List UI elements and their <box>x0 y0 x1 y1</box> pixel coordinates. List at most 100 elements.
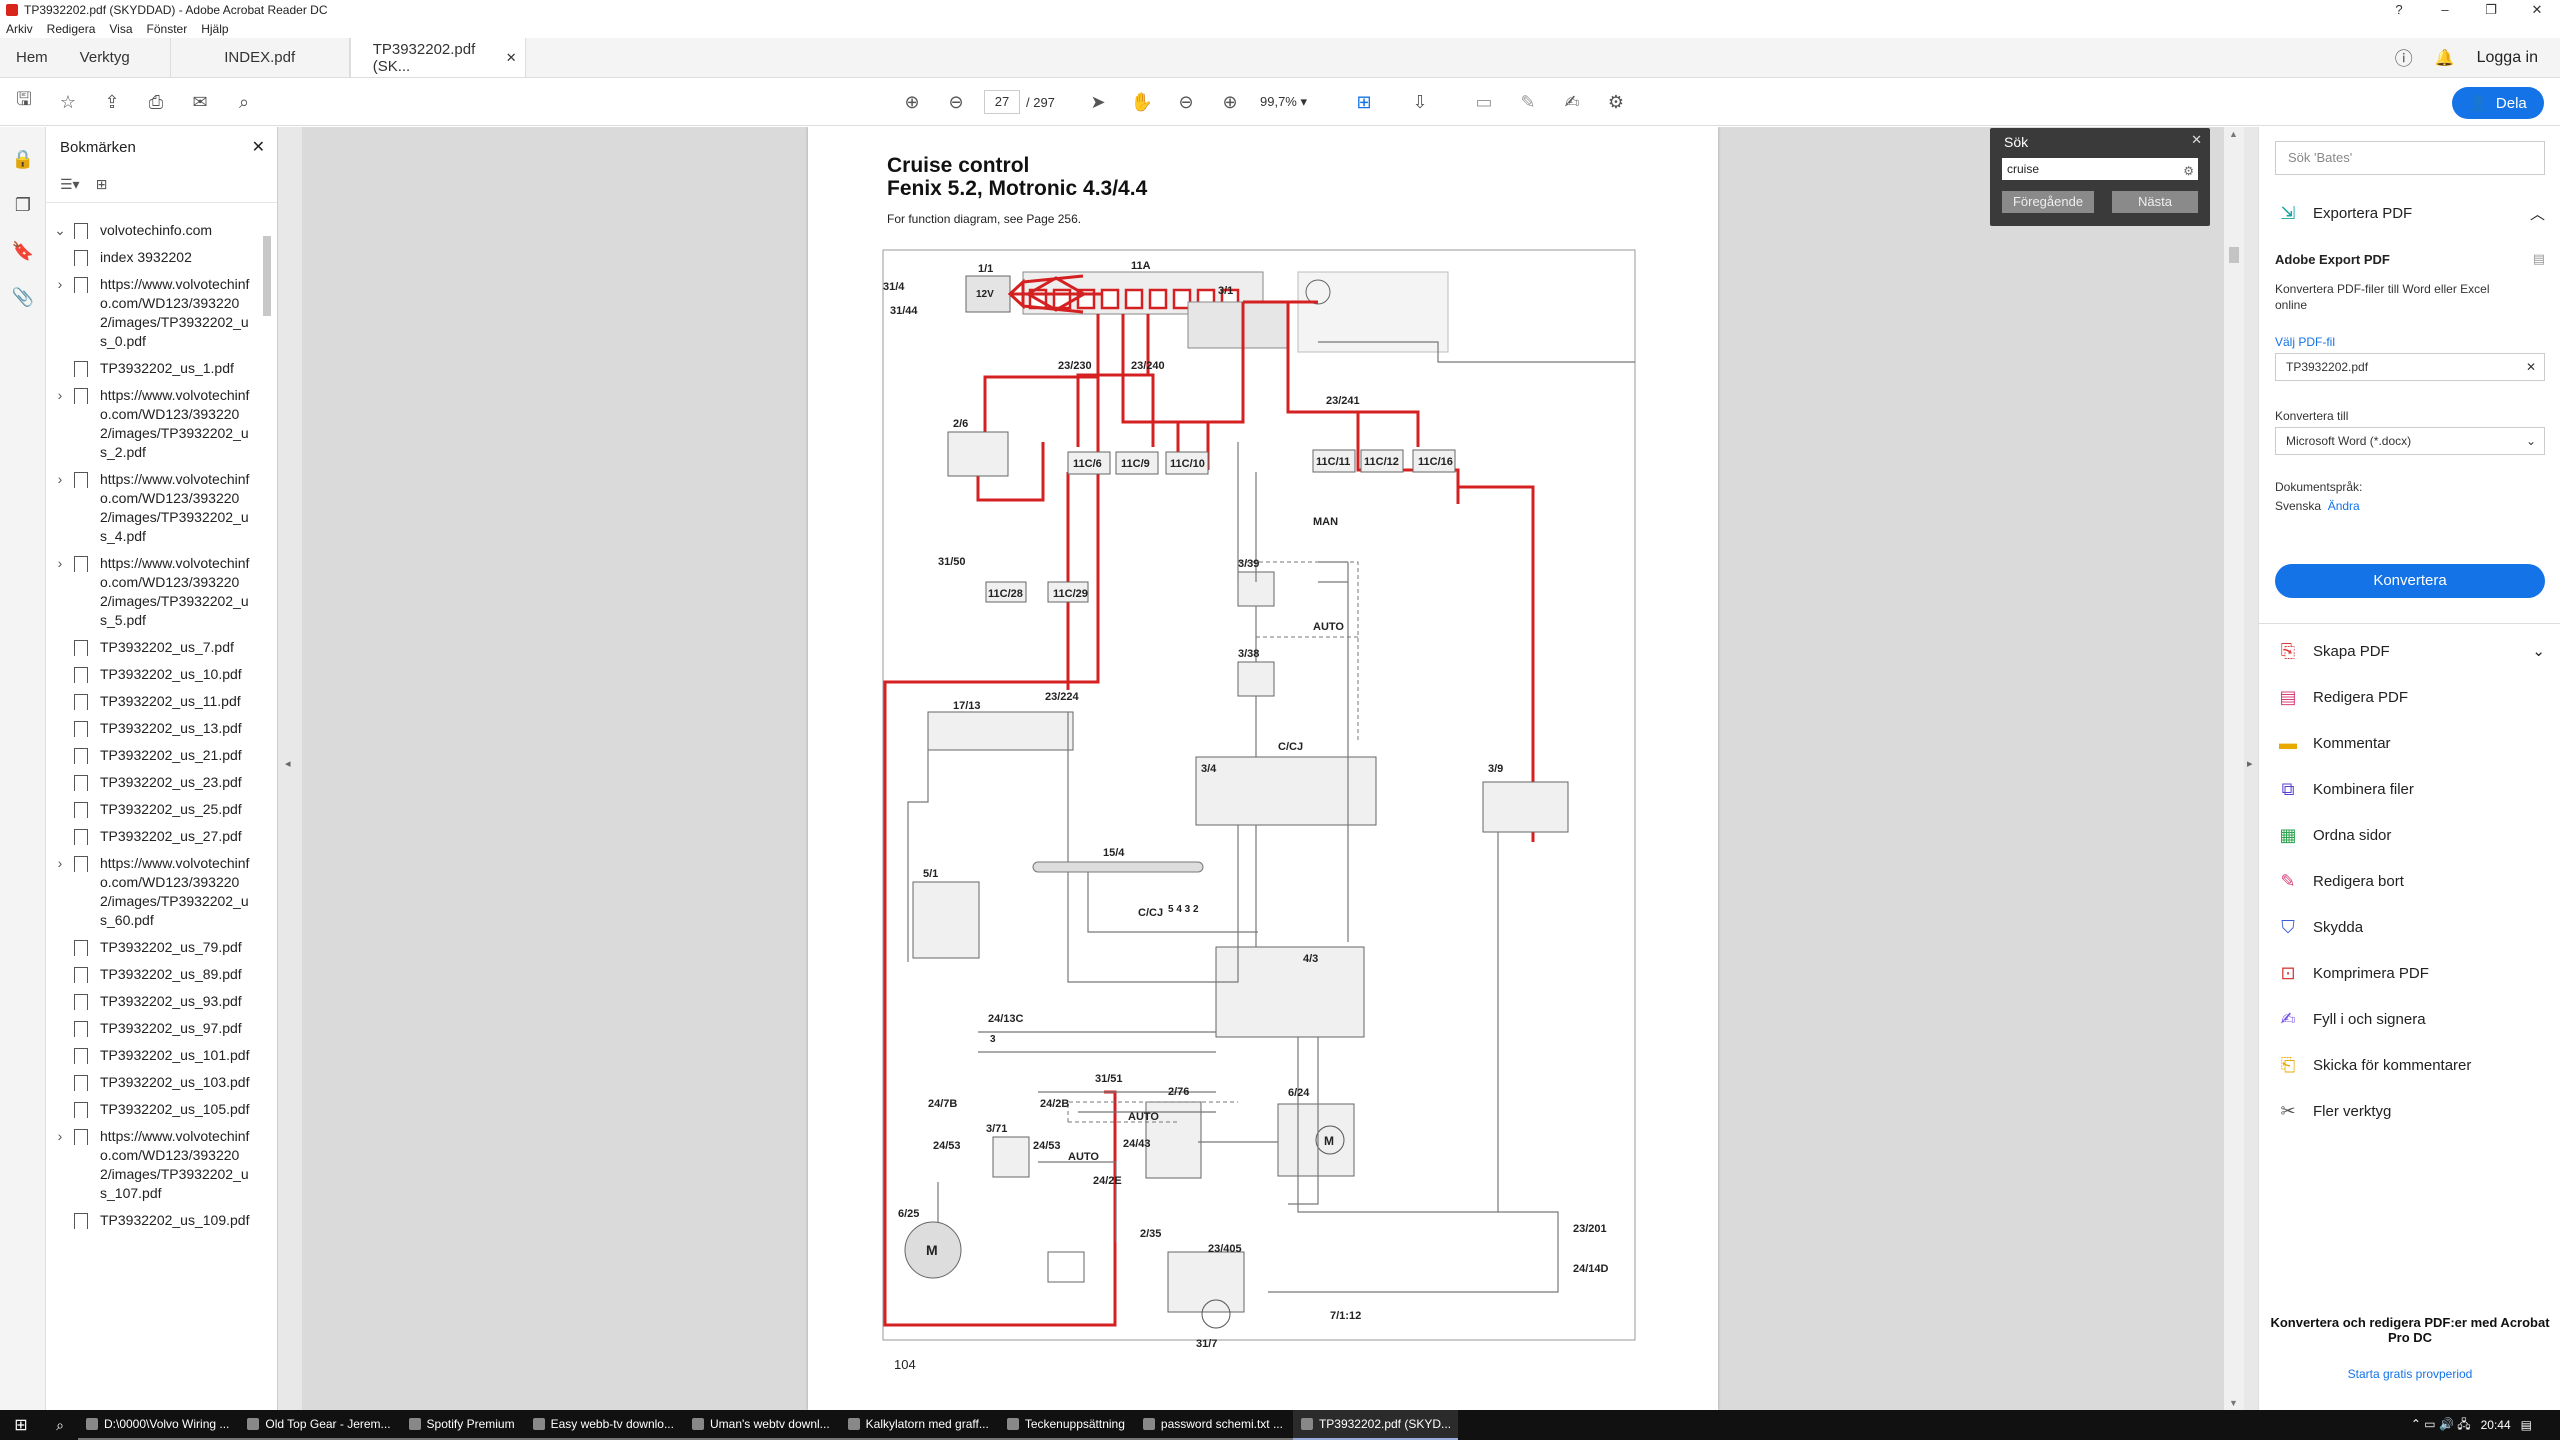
taskbar-search-icon[interactable]: ⌕ <box>42 1417 78 1434</box>
taskbar-item[interactable]: D:\0000\Volvo Wiring ... <box>78 1410 240 1440</box>
zoom-level[interactable]: 99,7% ▾ <box>1260 90 1330 114</box>
bookmark-item[interactable]: ⌄ volvotechinfo.com <box>46 217 270 244</box>
attachment-icon[interactable]: 📎 <box>11 287 35 311</box>
login-link[interactable]: Logga in <box>2477 49 2538 67</box>
search-settings-icon[interactable]: ⚙ <box>2183 160 2194 182</box>
bookmark-item[interactable]: › https://www.volvotechinfo.com/WD123/393… <box>46 466 270 550</box>
bookmark-item[interactable]: TP3932202_us_11.pdf <box>46 688 270 715</box>
change-language-link[interactable]: Ändra <box>2328 499 2360 513</box>
close-button[interactable]: ✕ <box>2514 0 2560 20</box>
lock-icon[interactable]: 🔒 <box>11 149 35 173</box>
help-icon[interactable]: ? <box>2376 0 2422 20</box>
expand-icon[interactable] <box>46 992 74 1011</box>
menu-help[interactable]: Hjälp <box>201 22 228 36</box>
tab-tools[interactable]: Verktyg <box>64 38 170 77</box>
right-collapse-handle[interactable]: ▸ <box>2244 127 2258 1410</box>
print-icon[interactable]: ⎙ <box>144 90 168 114</box>
selected-file-field[interactable]: TP3932202.pdf ✕ <box>2275 353 2545 381</box>
tab-index-pdf[interactable]: INDEX.pdf <box>169 38 350 77</box>
menu-edit[interactable]: Redigera <box>47 22 96 36</box>
bookmark-item[interactable]: › https://www.volvotechinfo.com/WD123/393… <box>46 271 270 355</box>
tool-more-tools[interactable]: ✂ Fler verktyg <box>2275 1097 2545 1125</box>
tool-comment[interactable]: ▬ Kommentar <box>2275 729 2545 757</box>
trial-link[interactable]: Starta gratis provperiod <box>2259 1367 2560 1381</box>
bookmark-item[interactable]: TP3932202_us_97.pdf <box>46 1015 270 1042</box>
upload-icon[interactable]: ⇪ <box>100 90 124 114</box>
windows-start-icon[interactable]: ⊞ <box>0 1415 42 1435</box>
bookmark-item[interactable]: TP3932202_us_10.pdf <box>46 661 270 688</box>
tool-create-pdf[interactable]: ⎘ Skapa PDF ⌄ <box>2275 637 2545 665</box>
taskbar-item[interactable]: Spotify Premium <box>400 1410 525 1440</box>
bookmark-icon[interactable]: 🔖 <box>11 241 35 265</box>
scroll-mode-icon[interactable]: ⇩ <box>1408 90 1432 114</box>
tab-home[interactable]: Hem <box>0 38 64 77</box>
email-icon[interactable]: ✉ <box>188 90 212 114</box>
chevron-down-icon[interactable]: ⌄ <box>2532 642 2545 660</box>
notifications-icon[interactable]: ▤ <box>2521 1418 2532 1432</box>
expand-icon[interactable] <box>46 1073 74 1092</box>
new-bookmark-icon[interactable]: ⊞ <box>96 176 108 193</box>
expand-icon[interactable] <box>46 965 74 984</box>
bookmark-item[interactable]: TP3932202_us_1.pdf <box>46 355 270 382</box>
expand-icon[interactable] <box>46 638 74 657</box>
bookmark-item[interactable]: TP3932202_us_109.pdf <box>46 1207 270 1234</box>
tool-compress[interactable]: ⊡ Komprimera PDF <box>2275 959 2545 987</box>
select-cursor-icon[interactable]: ➤ <box>1086 90 1110 114</box>
expand-icon[interactable] <box>46 1211 74 1230</box>
hand-tool-icon[interactable]: ✋ <box>1130 90 1154 114</box>
expand-icon[interactable]: › <box>46 554 74 630</box>
taskbar-item[interactable]: Teckenuppsättning <box>998 1410 1135 1440</box>
expand-icon[interactable]: › <box>46 386 74 462</box>
bookmark-item[interactable]: TP3932202_us_13.pdf <box>46 715 270 742</box>
tool-fill-sign[interactable]: ✍ Fyll i och signera <box>2275 1005 2545 1033</box>
search-input[interactable]: cruise ⚙ <box>2002 158 2198 180</box>
expand-icon[interactable] <box>46 665 74 684</box>
close-tab-icon[interactable]: ✕ <box>506 50 517 66</box>
help-circle-icon[interactable]: ⓘ <box>2395 45 2413 71</box>
fit-page-icon[interactable]: ⊞ <box>1352 90 1376 114</box>
minimize-button[interactable]: – <box>2422 0 2468 20</box>
pages-icon[interactable]: ❐ <box>11 195 35 219</box>
previous-button[interactable]: Föregående <box>2002 191 2094 213</box>
expand-icon[interactable] <box>46 1019 74 1038</box>
tool-send-comments[interactable]: ⎗ Skicka för kommentarer <box>2275 1051 2545 1079</box>
bates-search-input[interactable]: Sök 'Bates' <box>2275 141 2545 175</box>
bookmarks-scrollbar[interactable] <box>262 216 272 1406</box>
menu-window[interactable]: Fönster <box>147 22 188 36</box>
tool-combine[interactable]: ⧉ Kombinera filer <box>2275 775 2545 803</box>
zoom-in-icon[interactable]: ⊕ <box>1218 90 1242 114</box>
taskbar-item[interactable]: TP3932202.pdf (SKYD... <box>1292 1410 1458 1440</box>
tool-redact[interactable]: ✎ Redigera bort <box>2275 867 2545 895</box>
bookmark-item[interactable]: › https://www.volvotechinfo.com/WD123/393… <box>46 850 270 934</box>
choose-file-link[interactable]: Välj PDF-fil <box>2275 335 2335 349</box>
expand-icon[interactable] <box>46 1046 74 1065</box>
convert-button[interactable]: Konvertera <box>2275 564 2545 598</box>
maximize-button[interactable]: ❐ <box>2468 0 2514 20</box>
stamp-icon[interactable]: ⚙ <box>1604 90 1628 114</box>
menu-view[interactable]: Visa <box>109 22 132 36</box>
comment-toolbar-icon[interactable]: ▭ <box>1472 90 1496 114</box>
next-button[interactable]: Nästa <box>2112 191 2198 213</box>
taskbar-item[interactable]: Kalkylatorn med graff... <box>839 1410 999 1440</box>
bookmark-item[interactable]: › https://www.volvotechinfo.com/WD123/393… <box>46 550 270 634</box>
bookmark-item[interactable]: TP3932202_us_25.pdf <box>46 796 270 823</box>
clock[interactable]: 20:44 <box>2481 1418 2511 1432</box>
menu-file[interactable]: Arkiv <box>6 22 33 36</box>
bookmark-item[interactable]: TP3932202_us_93.pdf <box>46 988 270 1015</box>
page-number-input[interactable]: 27 <box>984 90 1020 114</box>
document-viewer[interactable]: Cruise control Fenix 5.2, Motronic 4.3/4… <box>302 127 2224 1410</box>
bookmark-item[interactable]: TP3932202_us_105.pdf <box>46 1096 270 1123</box>
bookmark-item[interactable]: index 3932202 <box>46 244 270 271</box>
expand-icon[interactable] <box>46 692 74 711</box>
tool-organize-pages[interactable]: ▦ Ordna sidor <box>2275 821 2545 849</box>
expand-icon[interactable] <box>46 773 74 792</box>
tool-protect[interactable]: ⛉ Skydda <box>2275 913 2545 941</box>
taskbar-item[interactable]: Old Top Gear - Jerem... <box>239 1410 401 1440</box>
bookmark-item[interactable]: TP3932202_us_21.pdf <box>46 742 270 769</box>
zoom-out-icon[interactable]: ⊖ <box>1174 90 1198 114</box>
bookmark-item[interactable]: TP3932202_us_101.pdf <box>46 1042 270 1069</box>
expand-icon[interactable] <box>46 800 74 819</box>
expand-icon[interactable] <box>46 359 74 378</box>
expand-icon[interactable] <box>46 746 74 765</box>
bookmark-item[interactable]: › https://www.volvotechinfo.com/WD123/393… <box>46 1123 270 1207</box>
